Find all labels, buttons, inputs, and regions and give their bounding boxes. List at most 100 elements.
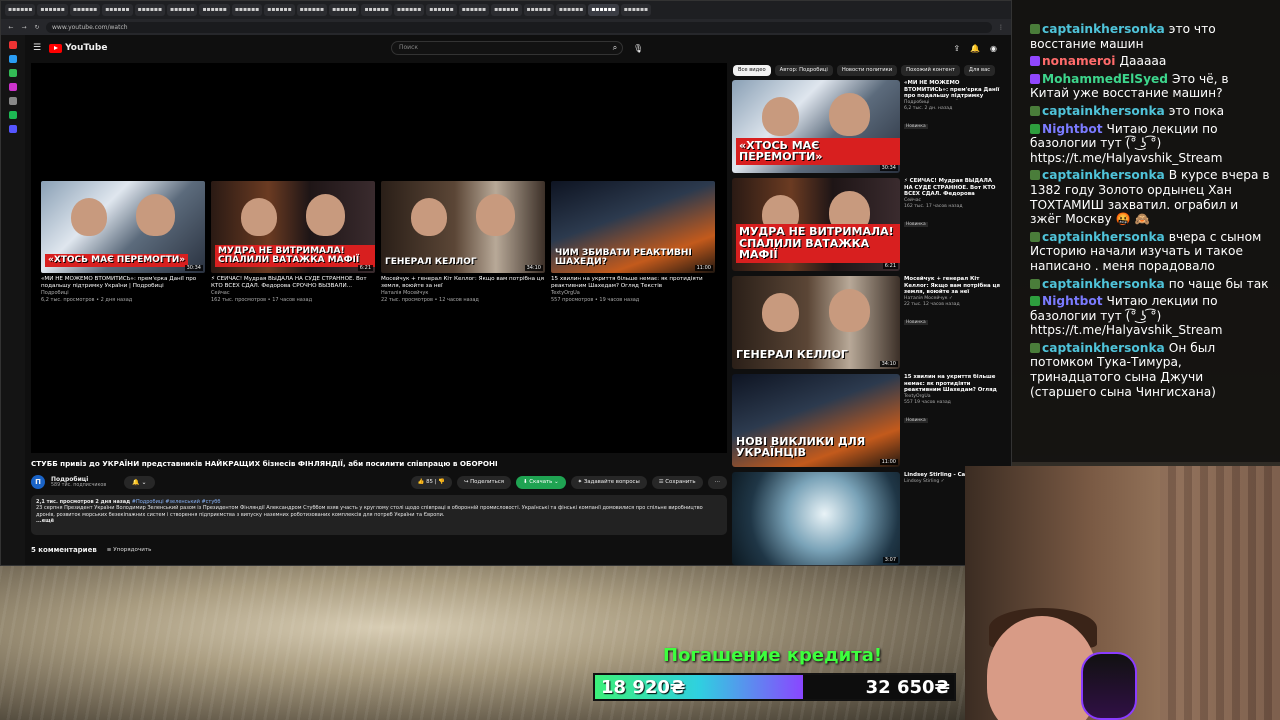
channel-avatar[interactable]: П [31,475,45,489]
chat-username[interactable]: captainkhersonka [1042,168,1165,182]
like-button[interactable]: 👍 85 | 👎 [410,475,452,489]
endscreen-video[interactable]: ГЕНЕРАЛ КЕЛЛОГ 34:10 Мосейчук + генерал Кі… [381,181,545,304]
mic-icon[interactable]: 🎙 [633,44,643,53]
browser-tab[interactable]: ▪▪▪▪▪▪ [296,4,328,16]
endscreen-video[interactable]: МУДРА НЕ ВИТРИМАЛА! СПАЛИЛИ ВАТАЖКА МАФІ… [211,181,375,304]
avatar[interactable]: ◉ [990,44,997,53]
browser-tab[interactable]: ▪▪▪▪▪▪ [37,4,68,16]
notifications-button[interactable]: 🔔 ⌄ [124,475,155,489]
browser-tab[interactable]: ▪▪▪▪▪▪ [102,4,133,16]
browser-tab[interactable]: ▪▪▪▪▪▪ [231,4,263,16]
instagram-icon[interactable] [9,83,17,91]
browser-tab[interactable]: ▪▪▪▪▪▪ [426,4,457,16]
video-description[interactable]: 2,1 тис. просмотров 2 дня назад #Подроби… [31,495,727,535]
chat-username[interactable]: Nightbot [1042,122,1103,136]
chat-username[interactable]: captainkhersonka [1042,104,1165,118]
app-icon[interactable] [9,41,17,49]
related-video[interactable]: ГЕНЕРАЛ КЕЛЛОГ 34:10 Мосейчук + генерал Кі… [732,276,1002,374]
video-player[interactable]: «ХТОСЬ МАЄ ПЕРЕМОГТИ» 30:34 «МИ НЕ МОЖЕМО … [31,63,727,453]
share-button[interactable]: ↪ Поделиться [456,475,511,489]
extensions-icon[interactable]: ⋮ [997,24,1005,31]
related-thumbnail[interactable]: НОВІ ВИКЛИКИ ДЛЯ УКРАЇНЦІВ 11:00 [732,374,900,467]
spotify-icon[interactable] [9,111,17,119]
browser-tab[interactable]: ▪▪▪▪▪▪ [199,4,230,16]
telegram-icon[interactable] [9,55,17,63]
browser-tab[interactable]: ▪▪▪▪▪▪ [361,4,392,16]
filter-chip[interactable]: Похожий контент [901,65,960,76]
filter-chip[interactable]: Автор: Подробиці [774,65,833,76]
sort-button[interactable]: ≡ Упорядочить [107,547,152,553]
search-input[interactable]: Поиск [391,41,623,55]
bell-icon[interactable]: 🔔 [970,44,980,53]
endscreen-title[interactable]: 15 хвилин на укриття більше немає: як пр… [551,276,715,290]
chat-username[interactable]: captainkhersonka [1042,230,1165,244]
endscreen-thumbnail[interactable]: ГЕНЕРАЛ КЕЛЛОГ 34:10 [381,181,545,273]
related-thumbnail[interactable]: «ХТОСЬ МАЄ ПЕРЕМОГТИ» 30:34 [732,80,900,173]
address-bar[interactable]: www.youtube.com/watch [46,21,992,33]
reload-icon[interactable]: ↻ [33,24,41,31]
app-icon[interactable] [9,125,17,133]
browser-tab[interactable]: ▪▪▪▪▪▪ [167,4,198,16]
endscreen-channel[interactable]: Подробиці [41,290,205,297]
browser-tab[interactable]: ▪▪▪▪▪▪ [264,4,295,16]
browser-tab[interactable]: ▪▪▪▪▪▪ [555,4,587,16]
ask-button[interactable]: ✦ Задавайте вопросы [570,475,647,489]
related-video[interactable]: НОВІ ВИКЛИКИ ДЛЯ УКРАЇНЦІВ 11:00 15 хвилин… [732,374,1002,472]
endscreen-channel[interactable]: Сейчас [211,290,375,297]
related-title[interactable]: 15 хвилин на укриття більше немає: як пр… [904,374,1002,394]
browser-tab[interactable]: ▪▪▪▪▪▪ [523,4,554,16]
related-title[interactable]: ⚡ СЕЙЧАС! Мудрая ВЫДАЛА НА СУДЕ СТРАННОЕ… [904,178,1002,198]
endscreen-title[interactable]: Мосейчук + генерал Кіт Келлог: Якщо вам … [381,276,545,290]
more-actions-button[interactable]: ⋯ [707,475,727,489]
browser-tab[interactable]: ▪▪▪▪▪▪ [329,4,360,16]
endscreen-title[interactable]: «МИ НЕ МОЖЕМО ВТОМИТИСЬ»: прем'єрка Дані… [41,276,205,290]
related-meta: 6,2 тыс. 2 дн. назад [904,106,953,111]
x-icon[interactable] [9,97,17,105]
related-video[interactable]: «ХТОСЬ МАЄ ПЕРЕМОГТИ» 30:34 «МИ НЕ МОЖЕМО … [732,80,1002,178]
browser-tab[interactable]: ▪▪▪▪▪▪ [393,4,425,16]
endscreen-title[interactable]: ⚡ СЕЙЧАС! Мудрая ВЫДАЛА НА СУДЕ СТРАННОЕ… [211,276,375,290]
chat-username[interactable]: Nightbot [1042,294,1103,308]
related-video[interactable]: МУДРА НЕ ВИТРИМАЛА! СПАЛИЛИ ВАТАЖКА МАФІ… [732,178,1002,276]
filter-chip[interactable]: Все видео [733,65,771,76]
filter-chip[interactable]: Для вас [963,65,995,76]
browser-tab[interactable]: ▪▪▪▪▪▪ [588,4,619,16]
chat-username[interactable]: MohammedElSyed [1042,72,1168,86]
browser-tab[interactable]: ▪▪▪▪▪▪ [620,4,652,16]
menu-icon[interactable]: ☰ [33,43,41,53]
filter-chip[interactable]: Новости политики [836,65,898,76]
search-icon[interactable]: ⌕ [607,41,623,55]
endscreen-video[interactable]: «ХТОСЬ МАЄ ПЕРЕМОГТИ» 30:34 «МИ НЕ МОЖЕМО … [41,181,205,304]
endscreen-thumbnail[interactable]: «ХТОСЬ МАЄ ПЕРЕМОГТИ» 30:34 [41,181,205,273]
related-thumbnail[interactable]: ГЕНЕРАЛ КЕЛЛОГ 34:10 [732,276,900,369]
whatsapp-icon[interactable] [9,69,17,77]
forward-icon[interactable]: → [20,24,28,31]
browser-tab[interactable]: ▪▪▪▪▪▪ [69,4,101,16]
download-button[interactable]: ⬇ Скачать ⌄ [516,475,566,489]
related-info: Мосейчук + генерал Кіт Келлог: Якщо вам … [904,276,1002,374]
browser-tab[interactable]: ▪▪▪▪▪▪ [134,4,166,16]
create-icon[interactable]: ⇪ [953,44,960,53]
description-more[interactable]: ...ещё [36,518,722,524]
endscreen-channel[interactable]: Наталія Мосейчук [381,290,545,297]
chat-username[interactable]: captainkhersonka [1042,341,1165,355]
endscreen-thumbnail[interactable]: МУДРА НЕ ВИТРИМАЛА! СПАЛИЛИ ВАТАЖКА МАФІ… [211,181,375,273]
chat-username[interactable]: nonameroi [1042,54,1115,68]
browser-tab[interactable]: ▪▪▪▪▪▪ [5,4,36,16]
related-thumbnail[interactable]: МУДРА НЕ ВИТРИМАЛА! СПАЛИЛИ ВАТАЖКА МАФІ… [732,178,900,271]
browser-tab[interactable]: ▪▪▪▪▪▪ [491,4,522,16]
save-button[interactable]: ☰ Сохранить [651,475,703,489]
related-thumbnail[interactable]: 3:07 [732,472,900,565]
chat-username[interactable]: captainkhersonka [1042,22,1165,36]
browser-tab[interactable]: ▪▪▪▪▪▪ [458,4,490,16]
related-title[interactable]: Мосейчук + генерал Кіт Келлог: Якщо вам … [904,276,1002,296]
endscreen-video[interactable]: ЧИМ ЗБИВАТИ РЕАКТИВНІ ШАХЕДИ? 11:00 15 хви… [551,181,715,304]
chat-username[interactable]: captainkhersonka [1042,277,1165,291]
youtube-logo[interactable]: YouTube [49,43,107,53]
related-title[interactable]: «МИ НЕ МОЖЕМО ВТОМИТИСЬ»: прем'єрка Дані… [904,80,1002,100]
related-video[interactable]: 3:07 Lindsey Stirling - Carol of Lindsey S… [732,472,1002,570]
back-icon[interactable]: ← [7,24,15,31]
endscreen-thumbnail[interactable]: ЧИМ ЗБИВАТИ РЕАКТИВНІ ШАХЕДИ? 11:00 [551,181,715,273]
channel-name[interactable]: Подробиці [51,476,106,483]
endscreen-channel[interactable]: TextyOrgUa [551,290,715,297]
